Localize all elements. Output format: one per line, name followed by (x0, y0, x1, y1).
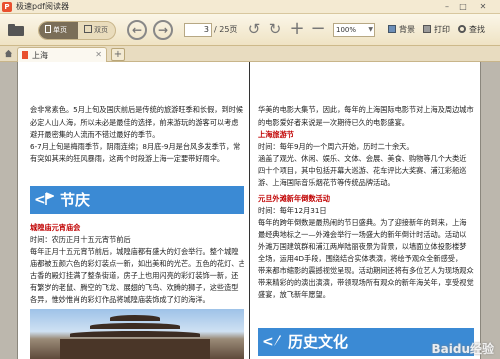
title-bar: P 极速pdf阅读器 – □ ✕ (0, 0, 500, 14)
festival-title: 城隍庙元宵庙会 (30, 223, 81, 232)
column-divider (249, 62, 250, 359)
text-line: 有突如其来的狂风暴雨，这两个时段游上海一定要带好雨伞。 (30, 154, 225, 163)
single-page-icon (45, 25, 51, 33)
page-total: / 25页 (214, 25, 238, 34)
text-line: 避开最密集的人流而不错过最好的季节。 (30, 130, 160, 139)
text-line: 会非常素色。5月上旬及国庆前后是传统的旅游旺季和长假，到时候 (30, 105, 244, 114)
rotate-left-icon[interactable]: ↺ (245, 20, 263, 38)
festival-time: 时间：农历正月十五元宵节前后 (30, 235, 131, 244)
print-icon (423, 25, 431, 33)
flag-icon (45, 192, 54, 205)
text-line: 有繁岁的老鼠、腾空的飞龙、展翅的飞鸟、欢腾的狮子，这些造型 (30, 283, 239, 292)
tab-bar: 上海 ✕ + (0, 46, 500, 62)
close-icon[interactable]: ✕ (476, 1, 490, 13)
chevron-down-icon: ▼ (368, 26, 373, 33)
tourism-title: 上海旅游节 (258, 130, 294, 139)
view-mode-toggle: 单页 双页 (38, 21, 116, 40)
document-viewport[interactable]: 会非常素色。5月上旬及国庆前后是传统的旅游旺季和长假，到时候 必定人山人海，所以… (0, 62, 500, 359)
background-button[interactable]: 背景 (399, 24, 415, 35)
double-page-button[interactable]: 双页 (78, 22, 115, 39)
temple-photo (30, 309, 244, 359)
text-line: 外滩万国建筑群和浦江两岸陆丽夜景为背景，以墙面立体投影楼梦 (258, 242, 467, 251)
toolbar: 单页 双页 ← → 3 / 25页 ↺ ↻ + − 100% ▼ 背景 打印 查… (0, 14, 500, 46)
search-icon (458, 25, 466, 33)
home-icon[interactable] (4, 49, 13, 58)
tourism-time: 时间：每年9月的一个周六开始，历时二十余天。 (258, 142, 414, 151)
section-banner-festival: < 节庆 (30, 186, 244, 214)
text-line: 华美的电影大集节，因此，每年的上海国际电影节对上海及周边城市 (258, 105, 474, 114)
next-page-button[interactable]: → (153, 20, 173, 40)
text-line: 庙都被五颜六色的彩灯装点一新，如出美和的光芒。五色的花灯、古色 (30, 259, 244, 268)
text-line: 每年的跨年倒数是最热闹的节日盛典。为了迎接新年的到来，上海 (258, 218, 467, 227)
background-icon (388, 25, 396, 33)
maximize-icon[interactable]: □ (456, 1, 470, 13)
tab-close-icon[interactable]: ✕ (95, 50, 102, 59)
search-button[interactable]: 查找 (469, 24, 485, 35)
app-logo-icon: P (2, 2, 12, 12)
minimize-icon[interactable]: – (440, 1, 454, 13)
prev-page-button[interactable]: ← (127, 20, 147, 40)
text-line: 6-7月上旬是梅雨季节，阴雨连绵；8月底-9月是台风多发季节，常 (30, 142, 241, 151)
text-line: 涵盖了观光、休闲、娱乐、文体、会展、美食、购物等几个大类近 (258, 154, 467, 163)
pdf-file-icon (22, 51, 28, 59)
pen-icon (273, 335, 281, 347)
pdf-page: 会非常素色。5月上旬及国庆前后是传统的旅游旺季和长假，到时候 必定人山人海，所以… (17, 62, 481, 359)
text-line: 必定人山人海，所以未必是最佳的选择，前来游玩的游客可以考虑 (30, 118, 239, 127)
text-line: 盛宴，放飞新年愿望。 (258, 290, 330, 299)
watermark: Baidu经验 (431, 342, 495, 356)
page-number-input[interactable]: 3 (184, 23, 212, 37)
zoom-select[interactable]: 100% ▼ (333, 23, 375, 37)
zoom-out-icon[interactable]: − (309, 20, 327, 38)
text-line: 四十个项目，其中包括开幕大巡游、花车评比大奖赛、浦江彩船巡 (258, 166, 467, 175)
text-line: 带来都市缩影的震撼视觉呈现。活动期间还将有多位艺人为现场观众 (258, 266, 474, 275)
text-line: 带来精彩的的演出演演，带领现场所有观众的新年海关年，享受视觉 (258, 278, 474, 287)
text-line: 每年正月十五元宵节前后，城隍庙都有盛大的灯会举行。整个城隍 (30, 247, 239, 256)
text-line: 古香的殿灯挂满了整条街道，房子上也用闪亮的彩灯装饰一新，还 (30, 271, 239, 280)
rotate-right-icon[interactable]: ↻ (266, 20, 284, 38)
single-page-button[interactable]: 单页 (39, 22, 78, 39)
app-title: 极速pdf阅读器 (16, 2, 69, 11)
zoom-in-icon[interactable]: + (288, 20, 306, 38)
double-page-icon (84, 25, 92, 33)
text-line: 的电影爱好者来说是一次期待已久的电影盛宴。 (258, 118, 409, 127)
tab-label: 上海 (32, 51, 48, 60)
fireworks-title: 元旦外滩新年倒数活动 (258, 194, 330, 203)
zoom-value: 100% (336, 26, 357, 34)
text-line: 全场，运用4D手段，围绕结合实体表演，将绘予观众全新感受， (258, 254, 463, 263)
single-page-label: 单页 (53, 26, 67, 34)
open-folder-icon[interactable] (8, 24, 24, 36)
text-line: 最经典地标之一—外滩会举行一场盛大的新年倒计时活动。活动以 (258, 230, 467, 239)
section-title: 历史文化 (288, 333, 349, 351)
section-title: 节庆 (60, 191, 91, 209)
new-tab-button[interactable]: + (111, 48, 125, 61)
tab-shanghai[interactable]: 上海 ✕ (17, 47, 107, 62)
text-line: 各异，惟妙惟肖的彩灯作品将城隍庙装饰成了灯的海洋。 (30, 295, 210, 304)
print-button[interactable]: 打印 (434, 24, 450, 35)
fireworks-time: 时间：每年12月31日 (258, 206, 327, 215)
text-line: 游、上海国际音乐烟花节等传统品牌活动。 (258, 178, 395, 187)
double-page-label: 双页 (94, 26, 108, 34)
